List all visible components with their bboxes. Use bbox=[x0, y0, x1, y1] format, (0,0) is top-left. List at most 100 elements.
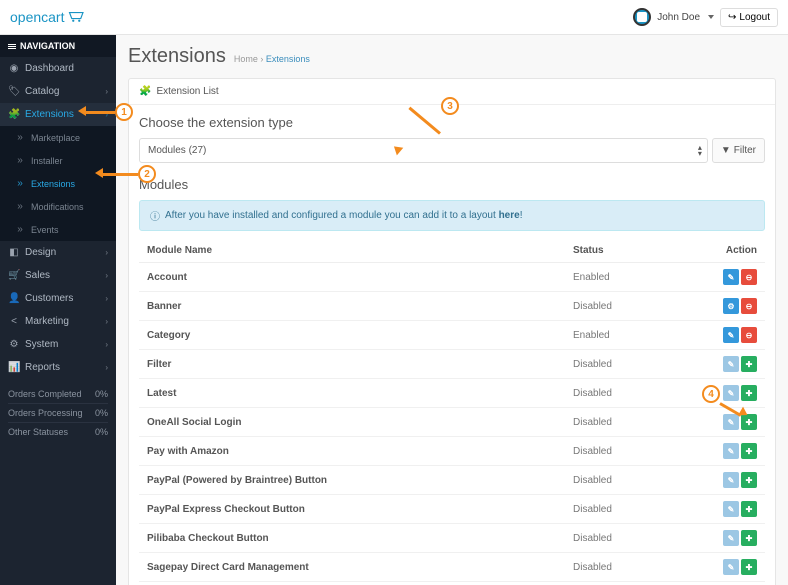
chevron-right-icon: › bbox=[105, 87, 108, 96]
action-cell: ✎✚ bbox=[665, 466, 765, 495]
menu-icon[interactable] bbox=[8, 44, 16, 49]
status-cell: Disabled bbox=[565, 292, 665, 321]
edit-button[interactable]: ✎ bbox=[723, 385, 739, 401]
table-row: PayPal (Powered by Braintree) ButtonDisa… bbox=[139, 466, 765, 495]
install-button[interactable]: ✚ bbox=[741, 559, 757, 575]
avatar[interactable] bbox=[633, 8, 651, 26]
sidebar-item-extensions[interactable]: 🧩Extensions› bbox=[0, 103, 116, 126]
status-cell: Disabled bbox=[565, 553, 665, 582]
sidebar-item-marketing[interactable]: <Marketing› bbox=[0, 310, 116, 333]
sidebar-sub-modifications[interactable]: »Modifications bbox=[0, 195, 116, 218]
delete-button[interactable]: ⊖ bbox=[741, 327, 757, 343]
sidebar-item-reports[interactable]: 📊Reports› bbox=[0, 356, 116, 379]
edit-button[interactable]: ✎ bbox=[723, 443, 739, 459]
status-cell: Disabled bbox=[565, 408, 665, 437]
stat-row: Orders Processing0% bbox=[8, 404, 108, 423]
nav-icon: 🛒 bbox=[8, 270, 20, 281]
tutorial-arrow-2 bbox=[100, 173, 138, 176]
edit-button[interactable]: ✎ bbox=[723, 414, 739, 430]
col-action: Action bbox=[665, 239, 765, 263]
col-module-name: Module Name bbox=[139, 239, 565, 263]
install-button[interactable]: ✚ bbox=[741, 472, 757, 488]
edit-button[interactable]: ✎ bbox=[723, 530, 739, 546]
extension-type-select[interactable]: Modules (27) ▴▾ bbox=[139, 138, 708, 163]
action-cell: ✎✚ bbox=[665, 437, 765, 466]
table-row: Pilibaba Checkout ButtonDisabled✎✚ bbox=[139, 524, 765, 553]
install-button[interactable]: ✚ bbox=[741, 530, 757, 546]
table-row: FilterDisabled✎✚ bbox=[139, 350, 765, 379]
sidebar-item-dashboard[interactable]: ◉Dashboard bbox=[0, 57, 116, 80]
main-content: Extensions Home › Extensions 🧩 Extension… bbox=[116, 35, 788, 585]
nav-icon: 📊 bbox=[8, 362, 20, 373]
brand-logo[interactable]: opencart bbox=[10, 9, 86, 25]
filter-icon: ▼ bbox=[721, 145, 731, 156]
tutorial-marker-1: 1 bbox=[115, 103, 133, 121]
action-cell: ✎✚ bbox=[665, 553, 765, 582]
module-name-cell: Account bbox=[139, 263, 565, 292]
nav-header: NAVIGATION bbox=[0, 35, 116, 57]
module-name-cell: PayPal (Powered by Braintree) Button bbox=[139, 466, 565, 495]
module-name-cell: Pilibaba Checkout Button bbox=[139, 524, 565, 553]
settings-button[interactable]: ⚙ bbox=[723, 298, 739, 314]
brand-text: opencart bbox=[10, 9, 64, 25]
module-name-cell: Filter bbox=[139, 350, 565, 379]
sidebar-sub-marketplace[interactable]: »Marketplace bbox=[0, 126, 116, 149]
select-value[interactable]: Modules (27) bbox=[139, 138, 708, 163]
edit-button[interactable]: ✎ bbox=[723, 472, 739, 488]
sidebar-item-customers[interactable]: 👤Customers› bbox=[0, 287, 116, 310]
info-alert: ⓘ After you have installed and configure… bbox=[139, 200, 765, 231]
table-row: LatestDisabled✎✚ bbox=[139, 379, 765, 408]
topbar: opencart John Doe ↪ Logout bbox=[0, 0, 788, 35]
table-row: OneAll Social LoginDisabled✎✚ bbox=[139, 408, 765, 437]
module-name-cell: Banner bbox=[139, 292, 565, 321]
extension-list-panel: 🧩 Extension List Choose the extension ty… bbox=[128, 78, 776, 585]
nav-icon: ◉ bbox=[8, 63, 20, 74]
sidebar-item-system[interactable]: ⚙System› bbox=[0, 333, 116, 356]
tutorial-arrow-1 bbox=[83, 111, 115, 114]
table-row: AccountEnabled✎⊖ bbox=[139, 263, 765, 292]
choose-type-label: Choose the extension type bbox=[139, 115, 765, 130]
sidebar-item-design[interactable]: ◧Design› bbox=[0, 241, 116, 264]
select-arrows-icon: ▴▾ bbox=[698, 145, 702, 157]
filter-button[interactable]: ▼ Filter bbox=[712, 138, 765, 163]
module-name-cell: Category bbox=[139, 321, 565, 350]
sidebar-item-sales[interactable]: 🛒Sales› bbox=[0, 264, 116, 287]
info-icon: ⓘ bbox=[150, 208, 160, 223]
edit-button[interactable]: ✎ bbox=[723, 327, 739, 343]
page-title: Extensions bbox=[128, 45, 226, 68]
action-cell: ✎✚ bbox=[665, 408, 765, 437]
puzzle-icon: 🧩 bbox=[139, 86, 151, 97]
action-cell: ✎⊖ bbox=[665, 263, 765, 292]
table-row: Sagepay Direct Card ManagementDisabled✎✚ bbox=[139, 553, 765, 582]
delete-button[interactable]: ⊖ bbox=[741, 298, 757, 314]
user-name[interactable]: John Doe bbox=[657, 12, 700, 23]
edit-button[interactable]: ✎ bbox=[723, 356, 739, 372]
sidebar-item-catalog[interactable]: 🏷Catalog› bbox=[0, 80, 116, 103]
stat-row: Orders Completed0% bbox=[8, 385, 108, 404]
edit-button[interactable]: ✎ bbox=[723, 269, 739, 285]
logout-button[interactable]: ↪ Logout bbox=[720, 8, 778, 27]
action-cell: ✎✚ bbox=[665, 350, 765, 379]
install-button[interactable]: ✚ bbox=[741, 443, 757, 459]
breadcrumb-current[interactable]: Extensions bbox=[266, 54, 310, 64]
install-button[interactable]: ✚ bbox=[741, 385, 757, 401]
cart-icon bbox=[68, 11, 86, 23]
status-cell: Disabled bbox=[565, 437, 665, 466]
delete-button[interactable]: ⊖ bbox=[741, 269, 757, 285]
edit-button[interactable]: ✎ bbox=[723, 559, 739, 575]
nav-icon: 🏷 bbox=[8, 86, 20, 97]
status-cell: Disabled bbox=[565, 379, 665, 408]
nav-icon: < bbox=[8, 316, 20, 327]
table-row: CategoryEnabled✎⊖ bbox=[139, 321, 765, 350]
chevron-right-icon: › bbox=[105, 340, 108, 349]
breadcrumb: Home › Extensions bbox=[234, 54, 310, 64]
col-status: Status bbox=[565, 239, 665, 263]
alert-here-link[interactable]: here bbox=[499, 210, 520, 221]
modules-table: Module Name Status Action AccountEnabled… bbox=[139, 239, 765, 582]
breadcrumb-home[interactable]: Home bbox=[234, 54, 258, 64]
install-button[interactable]: ✚ bbox=[741, 356, 757, 372]
nav-icon: 👤 bbox=[8, 293, 20, 304]
install-button[interactable]: ✚ bbox=[741, 501, 757, 517]
edit-button[interactable]: ✎ bbox=[723, 501, 739, 517]
sidebar-sub-events[interactable]: »Events bbox=[0, 218, 116, 241]
